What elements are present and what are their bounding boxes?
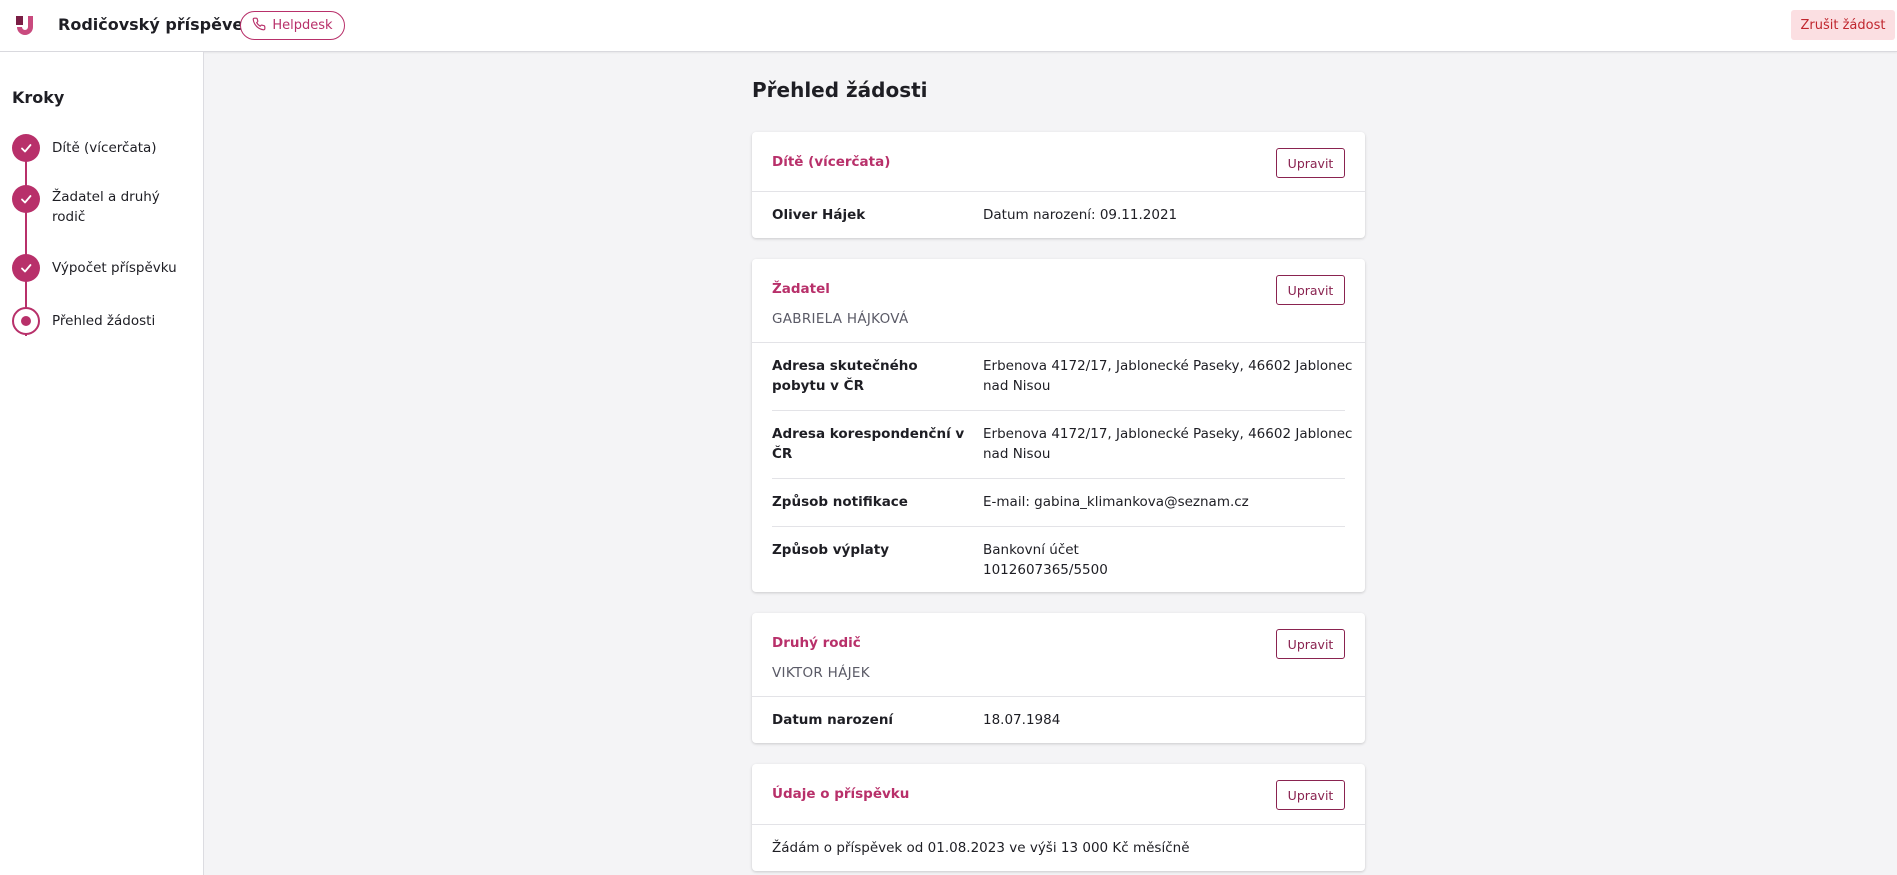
cancel-application-button[interactable]: Zrušit žádost	[1791, 10, 1895, 40]
step-4-label[interactable]: Přehled žádosti	[52, 311, 192, 331]
page-title: Přehled žádosti	[752, 78, 928, 102]
applicant-row-correspondence: Adresa korespondenční v ČR Erbenova 4172…	[772, 411, 1352, 479]
applicant-row-residence: Adresa skutečného pobytu v ČR Erbenova 4…	[772, 343, 1352, 411]
residence-address-label: Adresa skutečného pobytu v ČR	[772, 358, 918, 394]
contribution-row: Žádám o příspěvek od 01.08.2023 ve výši …	[772, 825, 1345, 871]
steps-title: Kroky	[12, 88, 65, 107]
applicant-name: GABRIELA HÁJKOVÁ	[772, 311, 909, 327]
step-1-check-icon	[12, 134, 40, 162]
applicant-row-notification: Způsob notifikace E-mail: gabina_klimank…	[772, 479, 1345, 527]
payout-method-type: Bankovní účet	[983, 542, 1079, 558]
notification-method-value: E-mail: gabina_klimankova@seznam.cz	[983, 494, 1249, 510]
app-title: Rodičovský příspěvek	[58, 15, 254, 34]
step-3-label[interactable]: Výpočet příspěvku	[52, 258, 192, 278]
payout-method-value: Bankovní účet 1012607365/5500	[983, 540, 1353, 580]
contribution-summary: Žádám o příspěvek od 01.08.2023 ve výši …	[772, 840, 1190, 856]
residence-address-value: Erbenova 4172/17, Jablonecké Paseky, 466…	[983, 358, 1353, 394]
step-2-label[interactable]: Žadatel a druhý rodič	[52, 187, 192, 227]
app-logo-icon	[14, 14, 36, 36]
correspondence-address-label: Adresa korespondenční v ČR	[772, 426, 965, 462]
edit-contribution-button[interactable]: Upravit	[1276, 780, 1345, 810]
helpdesk-label: Helpdesk	[272, 18, 333, 33]
correspondence-address-value: Erbenova 4172/17, Jablonecké Paseky, 466…	[983, 426, 1353, 462]
contribution-card-title: Údaje o příspěvku	[772, 786, 910, 802]
steps-sidebar: Kroky Dítě (vícerčata) Žadatel a druhý r…	[0, 52, 204, 875]
edit-second-parent-button[interactable]: Upravit	[1276, 629, 1345, 659]
applicant-card-title: Žadatel	[772, 281, 830, 297]
child-row: Oliver Hájek Datum narození: 09.11.2021	[772, 192, 1345, 238]
child-name: Oliver Hájek	[772, 207, 866, 223]
step-3-check-icon	[12, 254, 40, 282]
second-parent-card-title: Druhý rodič	[772, 635, 861, 651]
second-parent-birth-value: 18.07.1984	[983, 712, 1061, 728]
helpdesk-button[interactable]: Helpdesk	[240, 11, 345, 40]
second-parent-card: Druhý rodič VIKTOR HÁJEK Upravit Datum n…	[752, 613, 1365, 743]
contribution-card: Údaje o příspěvku Upravit Žádám o příspě…	[752, 764, 1365, 871]
applicant-row-payout: Způsob výplaty Bankovní účet 1012607365/…	[772, 527, 1345, 591]
applicant-card: Žadatel GABRIELA HÁJKOVÁ Upravit Adresa …	[752, 259, 1365, 592]
step-2-check-icon	[12, 185, 40, 213]
step-4-current-icon	[12, 307, 40, 335]
payout-account-number: 1012607365/5500	[983, 562, 1108, 578]
payout-method-label: Způsob výplaty	[772, 542, 889, 558]
second-parent-name: VIKTOR HÁJEK	[772, 665, 870, 681]
second-parent-birth-label: Datum narození	[772, 712, 894, 728]
edit-applicant-button[interactable]: Upravit	[1276, 275, 1345, 305]
notification-method-label: Způsob notifikace	[772, 494, 908, 510]
step-1-label[interactable]: Dítě (vícerčata)	[52, 138, 192, 158]
second-parent-row: Datum narození 18.07.1984	[772, 697, 1345, 743]
child-birth-date: Datum narození: 09.11.2021	[983, 207, 1178, 223]
child-card-title: Dítě (vícerčata)	[772, 154, 891, 170]
edit-child-button[interactable]: Upravit	[1276, 148, 1345, 178]
child-card: Dítě (vícerčata) Upravit Oliver Hájek Da…	[752, 132, 1365, 238]
top-header: Rodičovský příspěvek Helpdesk Zrušit žád…	[0, 0, 1897, 52]
phone-icon	[252, 17, 266, 35]
